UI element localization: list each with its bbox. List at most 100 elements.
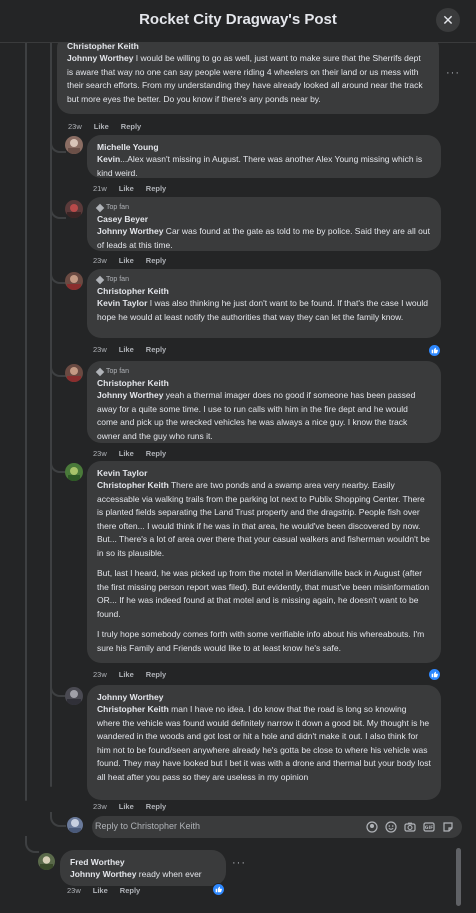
thread-connector (50, 455, 66, 473)
like-reaction-icon[interactable] (428, 344, 441, 357)
thread-connector (50, 683, 66, 697)
thread-connector (50, 363, 66, 377)
thread-line (50, 42, 52, 787)
comment-text: But, last I heard, he was picked up from… (97, 568, 430, 619)
comment-bubble: Top fan Christopher Keith Kevin Taylor I… (87, 269, 441, 338)
like-button[interactable]: Like (93, 886, 108, 895)
avatar[interactable] (65, 463, 83, 481)
comment-time[interactable]: 23w (93, 802, 107, 811)
avatar[interactable] (65, 200, 83, 218)
comment-author[interactable]: Fred Worthey (70, 856, 216, 868)
comment-author[interactable]: Michelle Young (97, 141, 431, 153)
thread-connector (50, 812, 66, 827)
comment-author[interactable]: Christopher Keith (67, 42, 429, 52)
like-button[interactable]: Like (94, 122, 109, 131)
comment-actions: 23w Like Reply (68, 122, 141, 131)
comment-time[interactable]: 23w (93, 449, 107, 458)
comment-text: Johnny Worthey I would be willing to go … (67, 53, 423, 104)
comment-actions: 23w Like Reply (93, 802, 166, 811)
comment-time[interactable]: 23w (67, 886, 81, 895)
scrollbar[interactable] (456, 848, 461, 906)
like-button[interactable]: Like (119, 670, 134, 679)
comment-text: Johnny Worthey ready when ever (70, 869, 202, 879)
mention-tag[interactable]: Christopher Keith (97, 480, 169, 490)
comment-actions: 23w Like Reply (93, 449, 166, 458)
comment-bubble: Michelle Young Kevin...Alex wasn't missi… (87, 135, 441, 178)
post-title: Rocket City Dragway's Post (139, 11, 337, 28)
thread-connector (25, 836, 39, 853)
reply-button[interactable]: Reply (146, 256, 166, 265)
comment-author[interactable]: Christopher Keith (97, 285, 431, 297)
comment-time[interactable]: 21w (93, 184, 107, 193)
reply-button[interactable]: Reply (146, 449, 166, 458)
mention-tag[interactable]: Kevin Taylor (97, 298, 147, 308)
camera-icon[interactable] (404, 820, 416, 832)
comment-time[interactable]: 23w (93, 345, 107, 354)
like-reaction-icon[interactable] (212, 883, 225, 896)
emoji-icon[interactable] (385, 820, 397, 833)
comment-time[interactable]: 23w (68, 122, 82, 131)
mention-tag[interactable]: Kevin (97, 154, 120, 164)
thread-connector (50, 137, 66, 153)
thread-connector (50, 204, 66, 219)
comment-author[interactable]: Casey Beyer (97, 213, 431, 225)
svg-text:GIF: GIF (425, 825, 433, 831)
like-button[interactable]: Like (119, 345, 134, 354)
mention-tag[interactable]: Christopher Keith (97, 704, 169, 714)
comment-text: Johnny Worthey Car was found at the gate… (97, 226, 430, 250)
comment-text: Kevin Taylor I was also thinking he just… (97, 298, 428, 322)
comment-author[interactable]: Christopher Keith (97, 377, 431, 389)
like-button[interactable]: Like (119, 256, 134, 265)
comment-actions: 21w Like Reply (93, 184, 166, 193)
reply-button[interactable]: Reply (146, 345, 166, 354)
reply-button[interactable]: Reply (146, 802, 166, 811)
more-options-icon[interactable]: ··· (446, 67, 460, 79)
avatar[interactable] (65, 272, 83, 290)
reply-button[interactable]: Reply (146, 670, 166, 679)
top-fan-icon (95, 367, 105, 376)
mention-tag[interactable]: Johnny Worthey (97, 226, 163, 236)
avatar[interactable] (65, 364, 83, 382)
mention-tag[interactable]: Johnny Worthey (97, 390, 163, 400)
top-fan-badge: Top fan (95, 367, 431, 376)
comment-author[interactable]: Johnny Worthey (97, 691, 431, 703)
post-header: Rocket City Dragway's Post ✕ (0, 0, 476, 43)
reply-button[interactable]: Reply (120, 886, 140, 895)
comment-text: Christopher Keith man I have no idea. I … (97, 704, 431, 782)
like-button[interactable]: Like (119, 184, 134, 193)
comment-bubble: Top fan Christopher Keith Johnny Worthey… (87, 361, 441, 443)
comment-bubble: Top fan Casey Beyer Johnny Worthey Car w… (87, 197, 441, 251)
reply-button[interactable]: Reply (121, 122, 141, 131)
comment-text: I truly hope somebody comes forth with s… (97, 629, 425, 653)
comment-author[interactable]: Kevin Taylor (97, 467, 431, 479)
close-button[interactable]: ✕ (436, 8, 460, 32)
gif-icon[interactable]: GIF (423, 820, 435, 832)
composer-toolbar: GIF (366, 820, 454, 833)
avatar[interactable] (65, 136, 83, 154)
comment-thread[interactable]: Christopher Keith Johnny Worthey I would… (0, 42, 476, 913)
reply-input[interactable]: Reply to Christopher Keith GIF (92, 816, 462, 838)
like-reaction-icon[interactable] (428, 668, 441, 681)
top-fan-badge: Top fan (95, 275, 431, 284)
comment-bubble: Christopher Keith Johnny Worthey I would… (57, 42, 439, 114)
top-fan-icon (95, 275, 105, 284)
top-fan-badge: Top fan (95, 203, 431, 212)
current-user-avatar (67, 817, 83, 833)
comment-bubble: Kevin Taylor Christopher Keith There are… (87, 461, 441, 663)
mention-tag[interactable]: Johnny Worthey (70, 869, 136, 879)
reply-button[interactable]: Reply (146, 184, 166, 193)
avatar[interactable] (38, 853, 55, 870)
avatar[interactable] (65, 687, 83, 705)
thread-line (25, 42, 27, 801)
sticker-icon[interactable] (442, 820, 454, 832)
mention-tag[interactable]: Johnny Worthey (67, 53, 133, 63)
like-button[interactable]: Like (119, 449, 134, 458)
comment-actions: 23w Like Reply (93, 256, 166, 265)
comment-time[interactable]: 23w (93, 256, 107, 265)
thread-connector (50, 270, 66, 284)
comment-bubble: Johnny Worthey Christopher Keith man I h… (87, 685, 441, 800)
comment-time[interactable]: 23w (93, 670, 107, 679)
more-options-icon[interactable]: ··· (232, 857, 246, 869)
like-button[interactable]: Like (119, 802, 134, 811)
avatar-sticker-icon[interactable] (366, 820, 378, 833)
